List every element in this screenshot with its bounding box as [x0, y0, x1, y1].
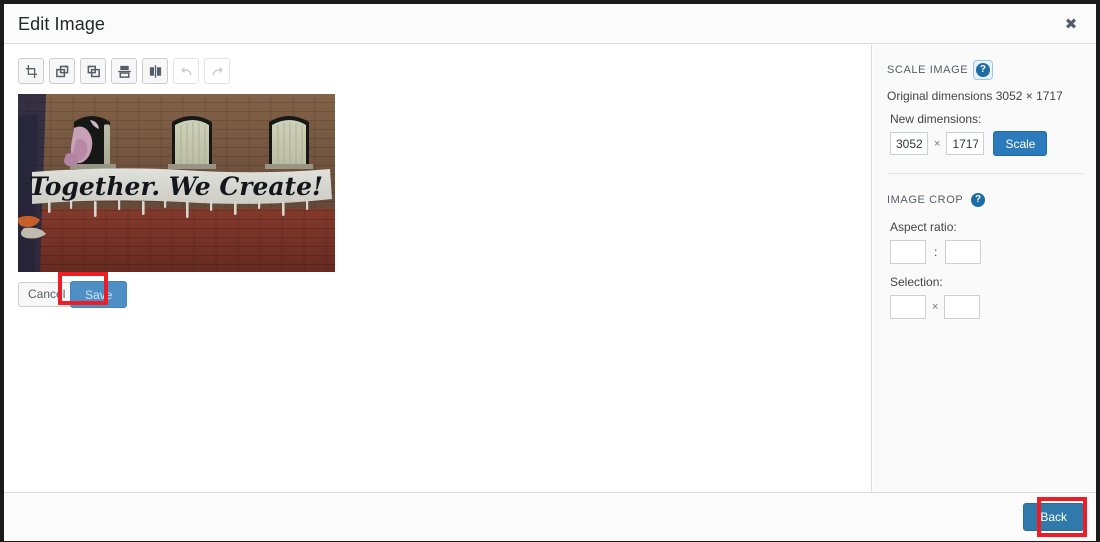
- crop-icon[interactable]: [18, 58, 44, 84]
- new-dimensions-row: × Scale: [890, 131, 1096, 156]
- original-dimensions-text: Original dimensions 3052 × 1717: [887, 89, 1063, 103]
- cancel-button[interactable]: Cancel: [18, 282, 76, 307]
- help-icon[interactable]: ?: [971, 193, 986, 207]
- close-icon[interactable]: ✖: [1054, 8, 1088, 40]
- selection-height-input[interactable]: [944, 295, 981, 319]
- aspect-ratio-height-input[interactable]: [945, 240, 982, 264]
- new-height-input[interactable]: [946, 132, 985, 155]
- rotate-left-icon[interactable]: [49, 58, 75, 84]
- aspect-ratio-separator: :: [934, 245, 938, 259]
- scale-image-section-heading: SCALE IMAGE ?: [887, 61, 1096, 79]
- redo-icon[interactable]: [204, 58, 230, 84]
- back-button[interactable]: Back: [1023, 503, 1084, 531]
- modal-header: Edit Image ✖: [4, 4, 1096, 44]
- modal-body: Together. We Create! Cancel Save SCALE I…: [4, 45, 1096, 492]
- new-width-input[interactable]: [890, 132, 928, 155]
- selection-separator: ×: [932, 301, 939, 313]
- new-dimensions-label: New dimensions:: [890, 112, 982, 126]
- image-crop-help-wrapper[interactable]: ?: [969, 191, 987, 209]
- image-settings-pane: SCALE IMAGE ? Original dimensions 3052 ×…: [873, 45, 1096, 492]
- image-preview[interactable]: Together. We Create!: [18, 94, 335, 272]
- image-crop-heading-label: IMAGE CROP: [887, 194, 964, 206]
- flip-horizontal-icon[interactable]: [142, 58, 168, 84]
- selection-label: Selection:: [890, 275, 943, 289]
- image-crop-section-heading: IMAGE CROP ?: [887, 191, 1096, 209]
- scale-button[interactable]: Scale: [993, 131, 1048, 156]
- aspect-ratio-width-input[interactable]: [890, 240, 926, 264]
- image-edit-toolbar: [18, 58, 230, 84]
- modal-footer: Back: [4, 492, 1096, 541]
- scale-image-help-wrapper[interactable]: ?: [974, 61, 993, 79]
- scale-image-heading-label: SCALE IMAGE: [887, 64, 969, 76]
- page-title: Edit Image: [18, 14, 106, 34]
- image-edit-pane: Together. We Create! Cancel Save: [4, 45, 872, 492]
- aspect-ratio-row: :: [890, 240, 1096, 264]
- save-button[interactable]: Save: [70, 281, 128, 308]
- selection-width-input[interactable]: [890, 295, 926, 319]
- aspect-ratio-label: Aspect ratio:: [890, 220, 957, 234]
- settings-divider: [887, 173, 1083, 174]
- undo-icon[interactable]: [173, 58, 199, 84]
- screenshot-frame: Edit Image ✖ Together. We Create! Cancel…: [0, 0, 1100, 542]
- rotate-right-icon[interactable]: [80, 58, 106, 84]
- dimension-separator: ×: [934, 137, 941, 150]
- flip-vertical-icon[interactable]: [111, 58, 137, 84]
- edit-image-modal: Edit Image ✖ Together. We Create! Cancel…: [4, 4, 1096, 541]
- help-icon[interactable]: ?: [976, 63, 991, 77]
- edit-action-buttons: Cancel Save: [18, 281, 128, 308]
- selection-row: ×: [890, 295, 1096, 319]
